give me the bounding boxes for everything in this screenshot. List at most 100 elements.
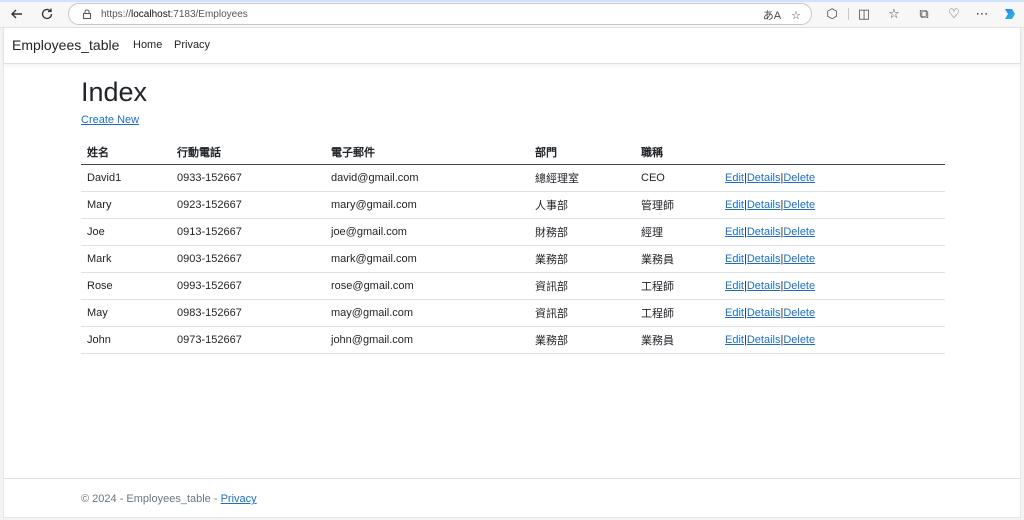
cell-actions: Edit|Details|Delete [719,191,945,219]
collections-icon[interactable]: ⧉ [914,4,934,24]
cell-phone: 0983-152667 [171,299,325,327]
extensions-icon[interactable]: ⬡ [822,4,842,24]
cell-name: Joe [81,218,171,246]
cell-title: CEO [635,164,719,192]
cell-email: rose@gmail.com [325,272,529,300]
browser-toolbar: https://localhost:7183/Employees あA ☆ ⬡ … [0,0,1024,28]
refresh-icon[interactable] [36,3,58,25]
table-row: May 0983-152667 may@gmail.com 資訊部 工程師 Edit|De… [81,299,945,327]
details-link[interactable]: Details [747,199,781,211]
edit-link[interactable]: Edit [725,334,744,346]
back-icon[interactable] [6,3,28,25]
cell-actions: Edit|Details|Delete [719,326,945,354]
cell-title: 業務員 [635,326,719,354]
delete-link[interactable]: Delete [783,172,815,184]
split-screen-icon[interactable]: ◫ [854,4,874,24]
brand-link[interactable]: Employees_table [12,37,119,53]
favorites-icon[interactable]: ☆ [884,4,904,24]
cell-actions: Edit|Details|Delete [719,164,945,192]
cell-title: 經理 [635,218,719,246]
edit-link[interactable]: Edit [725,280,744,292]
cell-dept: 財務部 [529,218,635,246]
cell-email: mark@gmail.com [325,245,529,273]
read-aloud-icon[interactable]: あA [763,7,781,23]
table-row: David1 0933-152667 david@gmail.com 總經理室 CEO E… [81,164,945,192]
cell-title: 管理師 [635,191,719,219]
header-email: 電子郵件 [325,140,529,165]
cell-dept: 業務部 [529,326,635,354]
footer-text: © 2024 - Employees_table - Privacy [81,493,257,505]
cell-name: Mark [81,245,171,273]
cell-actions: Edit|Details|Delete [719,272,945,300]
cell-phone: 0913-152667 [171,218,325,246]
cell-title: 業務員 [635,245,719,273]
delete-link[interactable]: Delete [783,253,815,265]
address-bar[interactable]: https://localhost:7183/Employees あA ☆ [68,3,812,25]
favorite-star-icon[interactable]: ☆ [791,9,801,22]
delete-link[interactable]: Delete [783,280,815,292]
edit-link[interactable]: Edit [725,199,744,211]
table-row: Mark 0903-152667 mark@gmail.com 業務部 業務員 Edit|… [81,245,945,273]
app-navbar: Employees_table Home Privacy [4,28,1020,64]
toolbar-divider [848,8,849,20]
cell-title: 工程師 [635,272,719,300]
cell-email: mary@gmail.com [325,191,529,219]
page-viewport: Employees_table Home Privacy Index Creat… [3,28,1021,518]
cell-name: Mary [81,191,171,219]
nav-home-link[interactable]: Home [133,39,162,51]
cell-email: may@gmail.com [325,299,529,327]
more-icon[interactable]: ⋯ [972,4,992,24]
table-row: Joe 0913-152667 joe@gmail.com 財務部 經理 Edit|Det… [81,218,945,246]
tab-accent-line [0,0,1024,2]
footer-privacy-link[interactable]: Privacy [221,493,257,505]
cell-phone: 0933-152667 [171,164,325,192]
details-link[interactable]: Details [747,334,781,346]
edit-link[interactable]: Edit [725,172,744,184]
header-phone: 行動電話 [171,140,325,165]
cell-dept: 資訊部 [529,299,635,327]
edit-link[interactable]: Edit [725,226,744,238]
cell-dept: 資訊部 [529,272,635,300]
main-content: Index Create New 姓名 行動電話 電子郵件 部門 職稱 Davi… [81,76,945,354]
delete-link[interactable]: Delete [783,226,815,238]
lock-icon[interactable] [81,8,93,20]
cell-actions: Edit|Details|Delete [719,218,945,246]
nav-privacy-link[interactable]: Privacy [174,39,210,51]
employees-table: 姓名 行動電話 電子郵件 部門 職稱 David1 0933-152667 davi… [81,140,945,354]
cell-phone: 0973-152667 [171,326,325,354]
header-name: 姓名 [81,140,171,165]
cell-dept: 業務部 [529,245,635,273]
cell-dept: 總經理室 [529,164,635,192]
header-actions [719,140,945,165]
edit-link[interactable]: Edit [725,253,744,265]
table-header-row: 姓名 行動電話 電子郵件 部門 職稱 [81,140,945,165]
header-title: 職稱 [635,140,719,165]
browser-essentials-icon[interactable]: ♡ [944,4,964,24]
header-dept: 部門 [529,140,635,165]
details-link[interactable]: Details [747,226,781,238]
cell-name: David1 [81,164,171,192]
details-link[interactable]: Details [747,253,781,265]
table-row: John 0973-152667 john@gmail.com 業務部 業務員 Edit|… [81,326,945,354]
cell-phone: 0993-152667 [171,272,325,300]
details-link[interactable]: Details [747,280,781,292]
delete-link[interactable]: Delete [783,199,815,211]
cell-dept: 人事部 [529,191,635,219]
delete-link[interactable]: Delete [783,334,815,346]
cell-email: joe@gmail.com [325,218,529,246]
create-new-link[interactable]: Create New [81,114,139,126]
cell-actions: Edit|Details|Delete [719,245,945,273]
footer: © 2024 - Employees_table - Privacy [4,478,1020,518]
table-row: Rose 0993-152667 rose@gmail.com 資訊部 工程師 Edit|… [81,272,945,300]
cell-name: May [81,299,171,327]
copilot-icon[interactable] [1000,4,1020,24]
table-row: Mary 0923-152667 mary@gmail.com 人事部 管理師 Edit|… [81,191,945,219]
url-text: https://localhost:7183/Employees [101,8,248,20]
cell-email: john@gmail.com [325,326,529,354]
details-link[interactable]: Details [747,172,781,184]
page-title: Index [81,77,148,107]
details-link[interactable]: Details [747,307,781,319]
edit-link[interactable]: Edit [725,307,744,319]
cell-name: Rose [81,272,171,300]
delete-link[interactable]: Delete [783,307,815,319]
